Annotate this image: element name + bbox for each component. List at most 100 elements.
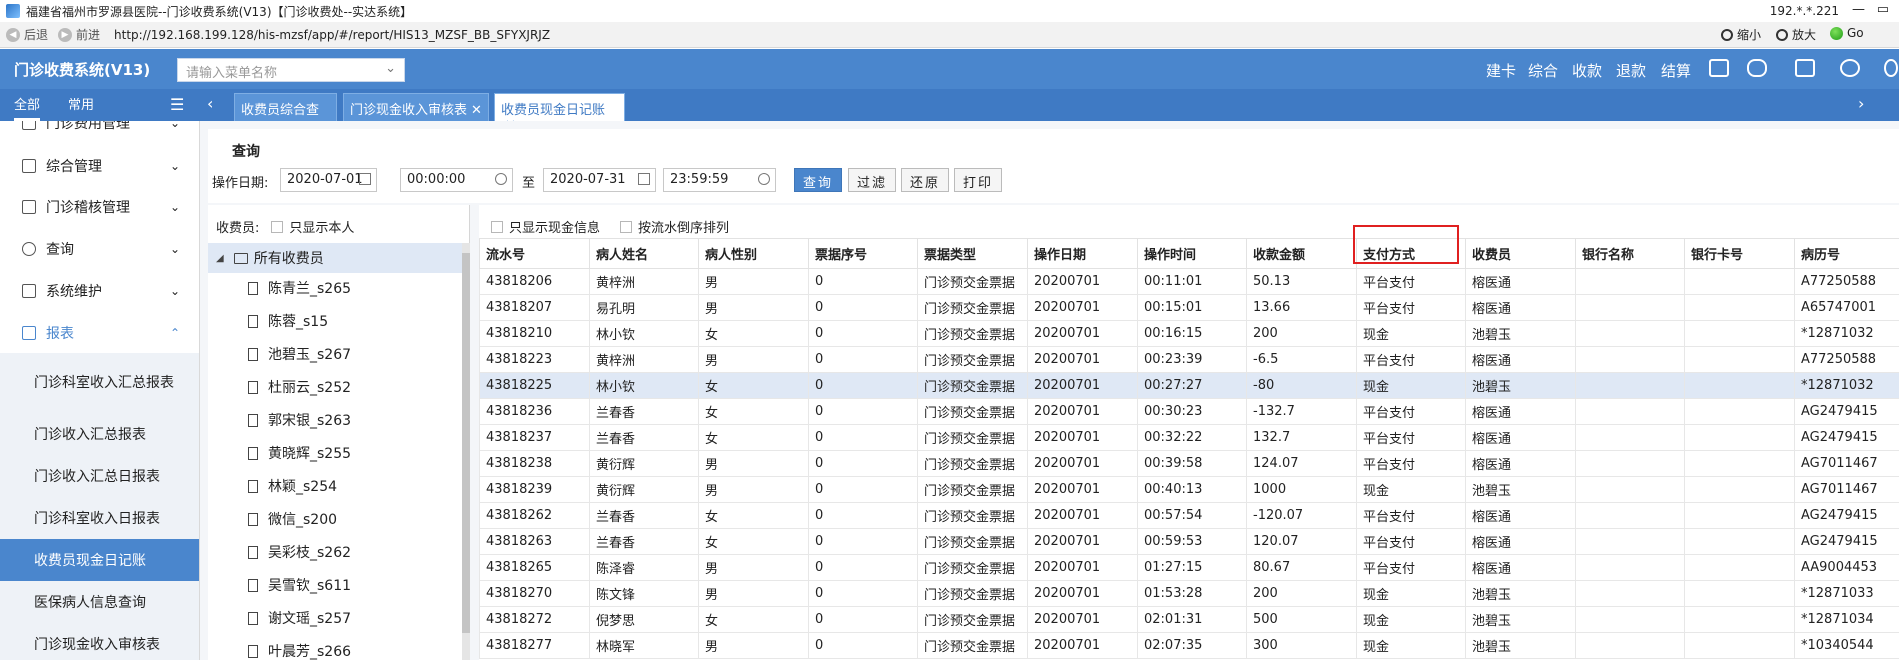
tree-node-collector[interactable]: 谢文瑶_s257 [248, 603, 351, 633]
table-row[interactable]: 43818236兰春香女0门诊预交金票据2020070100:30:23-132… [480, 399, 1899, 425]
sidebar-subitem-cash-audit[interactable]: 门诊现金收入审核表 [0, 623, 200, 660]
back-button[interactable]: ◀后退 [6, 26, 48, 43]
tree-root-all-collectors[interactable]: ◢ 所有收费员 [208, 243, 462, 273]
photo-icon[interactable] [1709, 59, 1729, 77]
table-row[interactable]: 43818223黄梓洲男0门诊预交金票据2020070100:23:39-6.5… [480, 347, 1899, 373]
sidebar-item-maintenance[interactable]: 系统维护⌄ [0, 271, 200, 311]
reverse-order-checkbox[interactable] [620, 221, 632, 233]
print-button[interactable]: 打印 [954, 168, 1002, 192]
tree-node-collector[interactable]: 叶晨芳_s266 [248, 636, 351, 666]
sidebar-subitem-dept-income-summary[interactable]: 门诊科室收入汇总报表 [0, 353, 200, 413]
column-header[interactable]: 病人性别 [699, 239, 809, 269]
start-date-input[interactable]: 2020-07-01 [280, 168, 377, 192]
tree-node-collector[interactable]: 微信_s200 [248, 504, 337, 534]
only-self-checkbox[interactable] [271, 221, 283, 233]
chevron-down-icon[interactable]: ⌄ [385, 61, 396, 76]
eye-icon[interactable] [1840, 59, 1860, 77]
column-header[interactable]: 银行名称 [1576, 239, 1685, 269]
end-time-input[interactable]: 23:59:59 [663, 168, 776, 192]
tree-node-collector[interactable]: 郭宋银_s263 [248, 405, 351, 435]
column-header[interactable]: 票据序号 [809, 239, 918, 269]
calendar-icon[interactable] [359, 173, 371, 185]
go-button[interactable]: Go [1830, 26, 1864, 40]
cash-only-checkbox[interactable] [491, 221, 503, 233]
tree-scrollbar[interactable] [462, 243, 470, 660]
column-header[interactable]: 病人姓名 [590, 239, 699, 269]
column-header[interactable]: 操作日期 [1028, 239, 1138, 269]
minimize-button[interactable]: — [1852, 2, 1865, 17]
table-row[interactable]: 43818270陈文锋男0门诊预交金票据2020070101:53:28200现… [480, 581, 1899, 607]
column-header[interactable]: 收费员 [1466, 239, 1576, 269]
sidebar-subitem-insurance-query[interactable]: 医保病人信息查询 [0, 581, 200, 623]
filter-button[interactable]: 过滤 [848, 168, 896, 192]
tab-cash-audit[interactable]: 门诊现金收入审核表✕ [343, 93, 489, 121]
sidebar-tab-common[interactable]: 常用 [68, 89, 94, 121]
column-header[interactable]: 收款金额 [1247, 239, 1357, 269]
table-row[interactable]: 43818277林晓军男0门诊预交金票据2020070102:07:35300现… [480, 633, 1899, 659]
sidebar-subitem-income-daily[interactable]: 门诊收入汇总日报表 [0, 455, 200, 497]
sidebar-subitem-income-summary[interactable]: 门诊收入汇总报表 [0, 413, 200, 455]
start-time-input[interactable]: 00:00:00 [400, 168, 513, 192]
sidebar-subitem-cash-journal[interactable]: 收费员现金日记账 [0, 539, 200, 581]
column-header[interactable]: 流水号 [480, 239, 590, 269]
table-row[interactable]: 43818262兰春香女0门诊预交金票据2020070100:57:54-120… [480, 503, 1899, 529]
sidebar-item-outpatient-fee[interactable]: 门诊费用管理⌄ [0, 121, 200, 143]
tab-scroll-left-icon[interactable]: ‹ [207, 94, 213, 113]
header-link-settle[interactable]: 结算 [1661, 60, 1691, 81]
hand-icon[interactable] [1747, 59, 1767, 77]
reset-button[interactable]: 还原 [901, 168, 949, 192]
tab-cash-journal[interactable]: 收费员现金日记账✕ [494, 93, 625, 121]
calendar-icon[interactable] [638, 173, 650, 185]
zoom-out-button[interactable]: 缩小 [1721, 26, 1761, 43]
expand-icon[interactable]: ◢ [216, 253, 224, 264]
column-header[interactable]: 病历号 [1795, 239, 1899, 269]
tree-node-collector[interactable]: 吴彩枝_s262 [248, 537, 351, 567]
table-row[interactable]: 43818207易孔明男0门诊预交金票据2020070100:15:0113.6… [480, 295, 1899, 321]
header-link-general[interactable]: 综合 [1528, 60, 1558, 81]
table-row[interactable]: 43818225林小钦女0门诊预交金票据2020070100:27:27-80现… [480, 373, 1899, 399]
gear-icon[interactable] [1884, 59, 1898, 77]
tab-scroll-right-icon[interactable]: › [1858, 94, 1864, 113]
table-row[interactable]: 43818237兰春香女0门诊预交金票据2020070100:32:22132.… [480, 425, 1899, 451]
print-icon[interactable] [1795, 59, 1815, 77]
sidebar-item-query[interactable]: 查询⌄ [0, 229, 200, 269]
query-button[interactable]: 查询 [794, 168, 842, 192]
clock-icon[interactable] [495, 173, 507, 185]
zoom-in-button[interactable]: 放大 [1776, 26, 1816, 43]
tree-node-collector[interactable]: 陈青兰_s265 [248, 273, 351, 303]
table-row[interactable]: 43818265陈泽睿男0门诊预交金票据2020070101:27:1580.6… [480, 555, 1899, 581]
tree-node-collector[interactable]: 池碧玉_s267 [248, 339, 351, 369]
table-row[interactable]: 43818210林小钦女0门诊预交金票据2020070100:16:15200现… [480, 321, 1899, 347]
restore-button[interactable]: ▭ [1877, 2, 1889, 17]
column-header[interactable]: 操作时间 [1138, 239, 1247, 269]
header-link-collect[interactable]: 收款 [1572, 60, 1602, 81]
column-header[interactable]: 票据类型 [918, 239, 1028, 269]
header-link-refund[interactable]: 退款 [1616, 60, 1646, 81]
header-link-create-card[interactable]: 建卡 [1486, 60, 1516, 81]
tree-node-collector[interactable]: 吴雪钦_s611 [248, 570, 351, 600]
sidebar-subitem-dept-income-daily[interactable]: 门诊科室收入日报表 [0, 497, 200, 539]
sidebar-item-general[interactable]: 综合管理⌄ [0, 146, 200, 186]
column-header[interactable]: 银行卡号 [1685, 239, 1795, 269]
close-icon[interactable]: ✕ [471, 103, 482, 118]
end-date-input[interactable]: 2020-07-31 [543, 168, 656, 192]
menu-search-input[interactable]: 请输入菜单名称 ⌄ [177, 58, 405, 82]
table-row[interactable]: 43818239黄衍辉男0门诊预交金票据2020070100:40:131000… [480, 477, 1899, 503]
table-row[interactable]: 43818263兰春香女0门诊预交金票据2020070100:59:53120.… [480, 529, 1899, 555]
table-row[interactable]: 43818238黄衍辉男0门诊预交金票据2020070100:39:58124.… [480, 451, 1899, 477]
table-row[interactable]: 43818272倪梦思女0门诊预交金票据2020070102:01:31500现… [480, 607, 1899, 633]
tree-node-collector[interactable]: 陈蓉_s15 [248, 306, 328, 336]
tab-cashier-overview[interactable]: 收费员综合查询 [234, 93, 337, 121]
clock-icon[interactable] [758, 173, 770, 185]
tree-node-collector[interactable]: 杜丽云_s252 [248, 372, 351, 402]
sidebar-tab-all[interactable]: 全部 [14, 89, 40, 121]
sidebar-item-reports[interactable]: 报表⌃ [0, 313, 200, 353]
url-field[interactable]: http://192.168.199.128/his-mzsf/app/#/re… [114, 28, 550, 42]
sidebar-item-audit[interactable]: 门诊稽核管理⌄ [0, 187, 200, 227]
tree-node-collector[interactable]: 黄晓辉_s255 [248, 438, 351, 468]
hamburger-menu-icon[interactable]: ☰ [170, 95, 184, 114]
scrollbar-thumb[interactable] [462, 253, 470, 633]
table-row[interactable]: 43818206黄梓洲男0门诊预交金票据2020070100:11:0150.1… [480, 269, 1899, 295]
tree-node-collector[interactable]: 林颖_s254 [248, 471, 337, 501]
forward-button[interactable]: ▶前进 [58, 26, 100, 43]
